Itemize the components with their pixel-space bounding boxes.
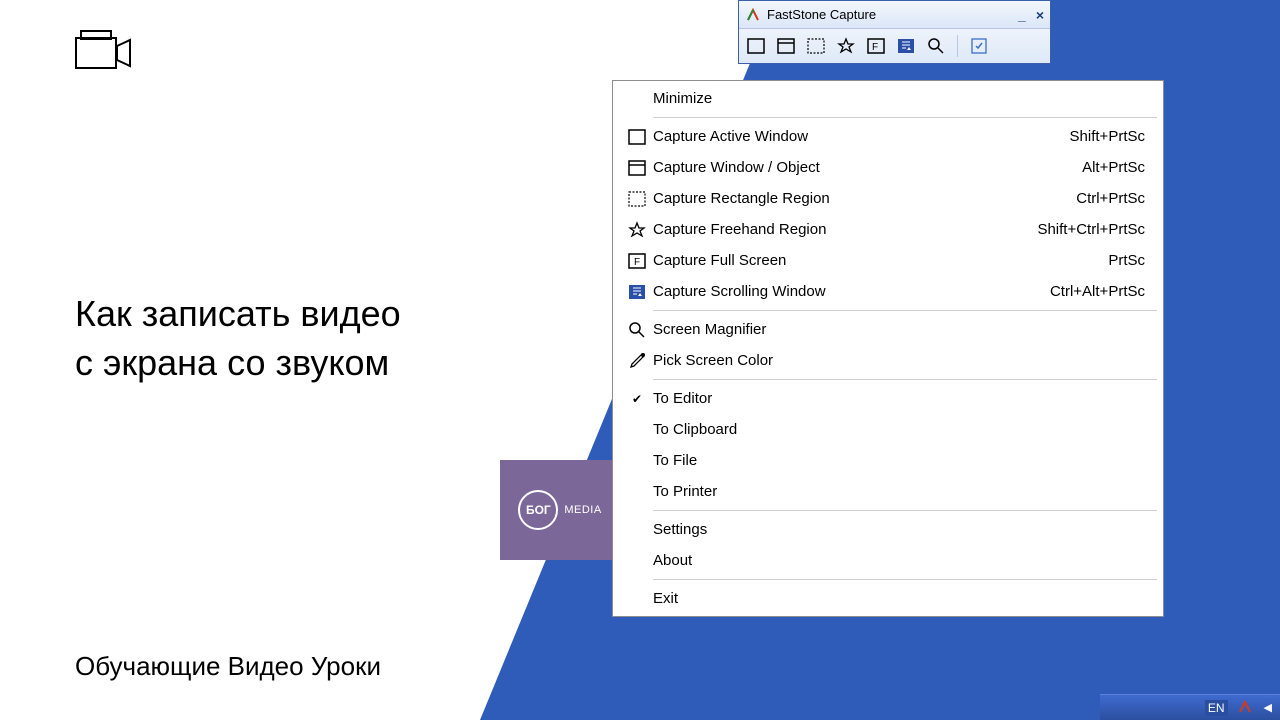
- menu-pick-color[interactable]: Pick Screen Color: [615, 345, 1161, 376]
- left-content: Как записать видео с экрана со звуком: [75, 30, 595, 387]
- title-line-1: Как записать видео: [75, 293, 401, 334]
- menu-to-printer[interactable]: To Printer: [615, 476, 1161, 507]
- app-logo-icon: [745, 7, 761, 23]
- logo-label: MEDIA: [564, 504, 601, 516]
- menu-item-shortcut: Ctrl+Alt+PrtSc: [1050, 283, 1145, 300]
- toolbar: F: [739, 29, 1050, 63]
- menu-divider: [653, 379, 1157, 380]
- settings-icon[interactable]: [968, 35, 990, 57]
- menu-item-label: Capture Rectangle Region: [653, 190, 1076, 207]
- menu-capture-window-object[interactable]: Capture Window / Object Alt+PrtSc: [615, 152, 1161, 183]
- window-icon: [621, 160, 653, 176]
- menu-divider: [653, 310, 1157, 311]
- menu-divider: [653, 510, 1157, 511]
- context-menu: Minimize Capture Active Window Shift+Prt…: [612, 80, 1164, 617]
- menu-divider: [653, 117, 1157, 118]
- capture-window-object-icon[interactable]: [775, 35, 797, 57]
- menu-item-label: About: [653, 552, 1145, 569]
- logo-circle: БОГ: [518, 490, 558, 530]
- subtitle: Обучающие Видео Уроки: [75, 651, 381, 682]
- menu-capture-rectangle[interactable]: Capture Rectangle Region Ctrl+PrtSc: [615, 183, 1161, 214]
- eyedropper-icon: [621, 352, 653, 370]
- titlebar[interactable]: FastStone Capture _ ×: [739, 1, 1050, 29]
- menu-item-label: Capture Window / Object: [653, 159, 1082, 176]
- menu-item-shortcut: Shift+Ctrl+PrtSc: [1037, 221, 1145, 238]
- menu-screen-magnifier[interactable]: Screen Magnifier: [615, 314, 1161, 345]
- menu-item-label: Capture Freehand Region: [653, 221, 1037, 238]
- faststone-window: FastStone Capture _ × F: [738, 0, 1051, 64]
- menu-exit[interactable]: Exit: [615, 583, 1161, 614]
- menu-item-shortcut: Ctrl+PrtSc: [1076, 190, 1145, 207]
- menu-item-label: To Clipboard: [653, 421, 1145, 438]
- video-camera-icon: [75, 30, 595, 70]
- menu-capture-fullscreen[interactable]: F Capture Full Screen PrtSc: [615, 245, 1161, 276]
- language-indicator[interactable]: EN: [1205, 700, 1228, 716]
- capture-fullscreen-icon[interactable]: F: [865, 35, 887, 57]
- capture-rectangle-icon[interactable]: [805, 35, 827, 57]
- menu-capture-freehand[interactable]: Capture Freehand Region Shift+Ctrl+PrtSc: [615, 214, 1161, 245]
- menu-capture-scrolling[interactable]: Capture Scrolling Window Ctrl+Alt+PrtSc: [615, 276, 1161, 307]
- menu-item-shortcut: Shift+PrtSc: [1070, 128, 1145, 145]
- menu-item-label: To File: [653, 452, 1145, 469]
- fullscreen-icon: F: [621, 253, 653, 269]
- capture-freehand-icon[interactable]: [835, 35, 857, 57]
- menu-to-editor[interactable]: To Editor: [615, 383, 1161, 414]
- menu-capture-active-window[interactable]: Capture Active Window Shift+PrtSc: [615, 121, 1161, 152]
- taskbar: EN ◀: [1100, 694, 1280, 720]
- capture-active-window-icon[interactable]: [745, 35, 767, 57]
- marquee-icon: [621, 191, 653, 207]
- title-line-2: с экрана со звуком: [75, 342, 389, 383]
- menu-item-label: Capture Scrolling Window: [653, 283, 1050, 300]
- menu-minimize[interactable]: Minimize: [615, 83, 1161, 114]
- menu-about[interactable]: About: [615, 545, 1161, 576]
- rect-icon: [621, 129, 653, 145]
- minimize-button[interactable]: _: [1018, 7, 1026, 23]
- magnifier-icon: [621, 321, 653, 339]
- magnifier-icon[interactable]: [925, 35, 947, 57]
- menu-item-label: Capture Active Window: [653, 128, 1070, 145]
- bog-media-logo: БОГ MEDIA: [500, 460, 620, 560]
- menu-item-label: To Printer: [653, 483, 1145, 500]
- svg-text:F: F: [634, 257, 640, 268]
- menu-item-label: Settings: [653, 521, 1145, 538]
- menu-item-shortcut: Alt+PrtSc: [1082, 159, 1145, 176]
- menu-divider: [653, 579, 1157, 580]
- page-title: Как записать видео с экрана со звуком: [75, 290, 595, 387]
- menu-to-clipboard[interactable]: To Clipboard: [615, 414, 1161, 445]
- freehand-icon: [621, 221, 653, 239]
- window-title: FastStone Capture: [767, 7, 1012, 22]
- menu-item-label: Screen Magnifier: [653, 321, 1145, 338]
- svg-text:F: F: [872, 42, 878, 53]
- menu-item-label: Exit: [653, 590, 1145, 607]
- scroll-icon: [621, 284, 653, 300]
- capture-scrolling-icon[interactable]: [895, 35, 917, 57]
- tray-expand-icon[interactable]: ◀: [1264, 701, 1272, 714]
- menu-settings[interactable]: Settings: [615, 514, 1161, 545]
- menu-item-label: Capture Full Screen: [653, 252, 1108, 269]
- checkmark-icon: [621, 392, 653, 406]
- menu-item-label: To Editor: [653, 390, 1145, 407]
- menu-item-shortcut: PrtSc: [1108, 252, 1145, 269]
- menu-item-label: Pick Screen Color: [653, 352, 1145, 369]
- menu-minimize-label: Minimize: [653, 90, 1145, 107]
- toolbar-separator: [957, 35, 958, 57]
- close-button[interactable]: ×: [1036, 7, 1044, 23]
- menu-to-file[interactable]: To File: [615, 445, 1161, 476]
- tray-app-icon[interactable]: [1238, 700, 1254, 716]
